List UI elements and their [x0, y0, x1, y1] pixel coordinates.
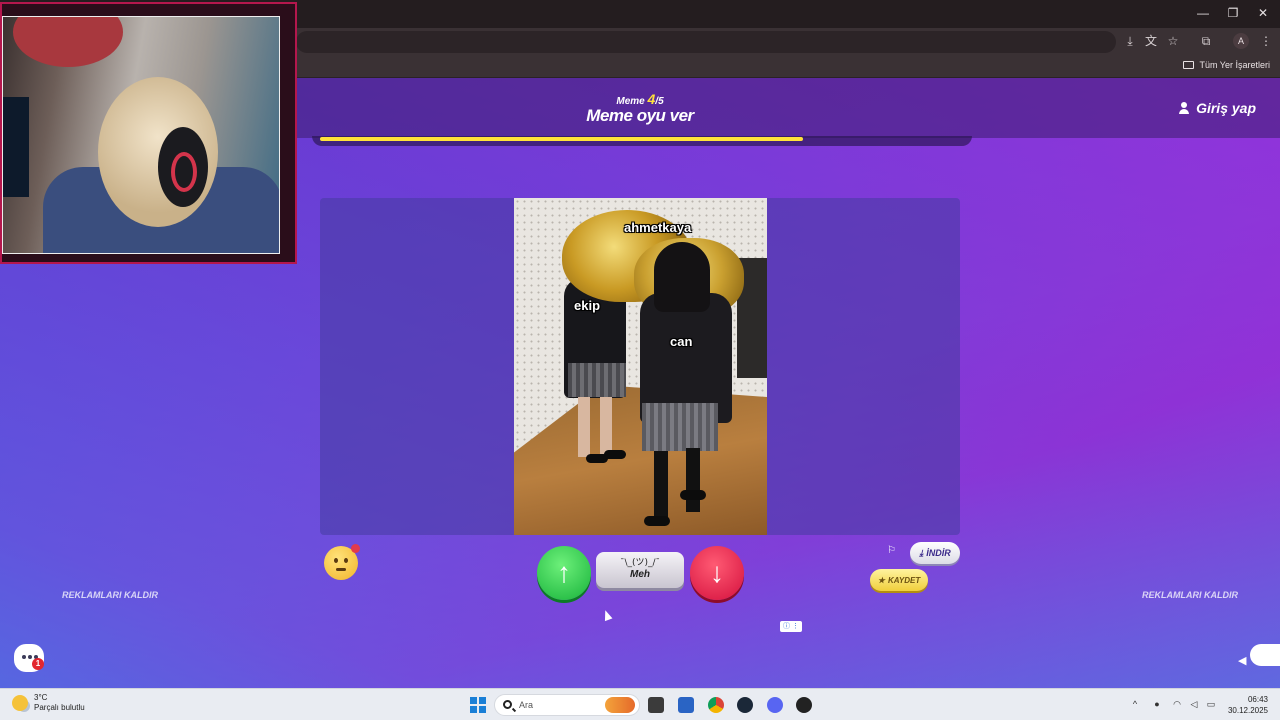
star-icon: ★	[877, 575, 885, 585]
caption-top: ahmetkaya	[624, 220, 692, 235]
minimize-button[interactable]: —	[1188, 6, 1218, 20]
translate-icon[interactable]: 文	[1144, 34, 1158, 48]
address-bar[interactable]	[296, 31, 1116, 53]
login-button[interactable]: Giriş yap	[1178, 100, 1256, 116]
downvote-button[interactable]: ↓	[690, 546, 744, 600]
download-button[interactable]: ⤓ İNDİR	[910, 542, 960, 564]
download-icon: ⤓	[919, 547, 924, 558]
meme-image: ahmetkaya ekip can	[514, 198, 767, 535]
steam-app-icon[interactable]	[737, 697, 753, 713]
arrow-down-icon: ↓	[710, 557, 724, 588]
extensions-icon[interactable]: ⧉	[1199, 34, 1213, 48]
chat-notification-badge: 1	[32, 658, 44, 670]
upvote-button[interactable]: ↑	[537, 546, 591, 600]
volume-icon[interactable]: ◁	[1189, 699, 1199, 709]
profile-avatar[interactable]: A	[1233, 33, 1249, 49]
all-bookmarks-button[interactable]: Tüm Yer İşaretleri	[1183, 60, 1270, 70]
obs-app-icon[interactable]	[796, 697, 812, 713]
webcam-overlay	[0, 2, 297, 264]
weather-icon	[12, 695, 28, 711]
taskbar-clock[interactable]: 06:43 30.12.2025	[1228, 694, 1268, 716]
bookmark-star-icon[interactable]: ☆	[1166, 34, 1180, 48]
webcam-feed	[2, 16, 280, 254]
chrome-app-icon[interactable]	[708, 697, 724, 713]
tray-chevron-icon[interactable]: ^	[1130, 699, 1140, 709]
wifi-icon[interactable]: ◠	[1172, 699, 1182, 709]
heart-icon	[351, 544, 360, 553]
save-button[interactable]: ★ KAYDET	[870, 569, 928, 591]
side-widget-button[interactable]	[1250, 644, 1280, 666]
progress-bar	[312, 136, 972, 146]
windows-start-icon[interactable]	[470, 697, 486, 713]
progress-fill	[320, 137, 803, 141]
weather-widget[interactable]: 3°C Parçalı bulutlu	[12, 693, 85, 713]
search-icon	[503, 700, 512, 709]
browser-menu-icon[interactable]: ⋮	[1259, 34, 1273, 48]
weather-temp: 3°C	[34, 693, 48, 702]
report-flag-icon[interactable]: ⚐	[887, 546, 897, 556]
close-button[interactable]: ✕	[1248, 6, 1278, 20]
clock-date: 30.12.2025	[1227, 706, 1268, 715]
caption-right: can	[670, 334, 693, 349]
ad-info-icon[interactable]: ⓘ ⋮	[780, 621, 802, 632]
folder-icon	[1183, 61, 1195, 69]
remove-ads-link-left[interactable]: REKLAMLARI KALDIR	[62, 590, 158, 600]
all-bookmarks-label: Tüm Yer İşaretleri	[1199, 60, 1270, 70]
shrug-emoticon: ¯\_(ツ)_/¯	[619, 558, 661, 568]
megaphone-icon[interactable]: ◀	[1238, 656, 1250, 667]
meh-label: Meh	[630, 569, 650, 580]
remove-ads-link-right[interactable]: REKLAMLARI KALDIR	[1142, 590, 1238, 600]
weather-desc: Parçalı bulutlu	[34, 703, 85, 712]
battery-icon[interactable]: ▭	[1206, 699, 1216, 709]
emoji-reaction-button[interactable]	[324, 544, 360, 580]
restore-button[interactable]: ❐	[1218, 6, 1248, 20]
meme-panel: ahmetkaya ekip can	[320, 198, 960, 535]
arrow-up-icon: ↑	[557, 557, 571, 588]
windows-taskbar: 3°C Parçalı bulutlu Ara ^ ● ◠ ◁ ▭ 06:43 …	[0, 688, 1280, 720]
microphone-icon[interactable]: ●	[1152, 699, 1162, 709]
clock-time: 06:43	[1247, 695, 1268, 704]
taskbar-search-input[interactable]: Ara	[494, 694, 640, 716]
store-app-icon[interactable]	[678, 697, 694, 713]
install-app-icon[interactable]: ⤓	[1123, 34, 1137, 48]
task-view-icon[interactable]	[648, 697, 664, 713]
login-label: Giriş yap	[1196, 100, 1256, 116]
caption-left: ekip	[574, 298, 601, 313]
user-icon	[1178, 102, 1190, 114]
discord-app-icon[interactable]	[767, 697, 783, 713]
meh-button[interactable]: ¯\_(ツ)_/¯ Meh	[596, 552, 684, 588]
